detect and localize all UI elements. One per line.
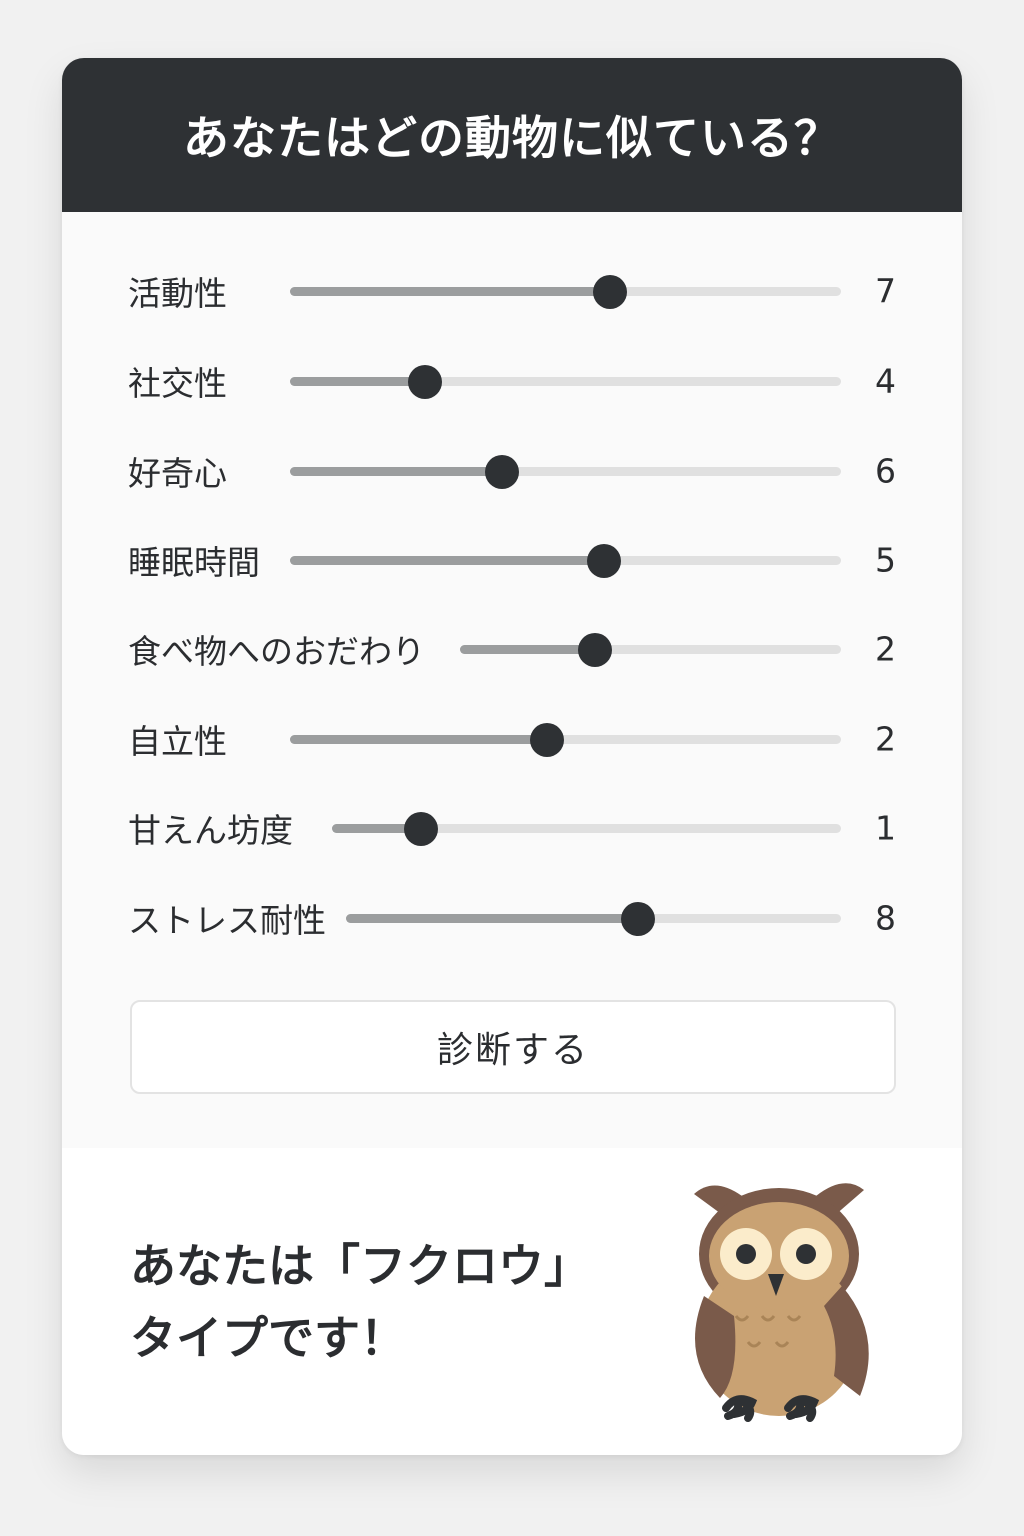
slider-row: ストレス耐性 8 bbox=[62, 888, 962, 948]
slider-value: 1 bbox=[875, 808, 896, 848]
slider-row: 睡眠時間 5 bbox=[62, 530, 962, 590]
slider-value: 8 bbox=[875, 898, 896, 938]
slider-value: 2 bbox=[875, 629, 896, 669]
slider-fill bbox=[290, 377, 425, 386]
slider-row: 好奇心 6 bbox=[62, 441, 962, 501]
slider-row: 甘えん坊度 1 bbox=[62, 798, 962, 858]
slider-label: 食べ物へのおだわり bbox=[128, 632, 425, 671]
slider-value: 4 bbox=[875, 361, 896, 401]
slider-thumb[interactable] bbox=[407, 364, 442, 399]
result-line-2: タイプです！ bbox=[130, 1311, 406, 1365]
result-line-1: あなたは「フクロウ」 bbox=[130, 1239, 590, 1293]
slider-label: 活動性 bbox=[128, 274, 227, 313]
slider-thumb[interactable] bbox=[404, 811, 439, 846]
slider-row: 活動性 7 bbox=[62, 261, 962, 321]
slider-thumb[interactable] bbox=[592, 274, 627, 309]
slider-row: 自立性 2 bbox=[62, 709, 962, 769]
slider-thumb[interactable] bbox=[587, 543, 622, 578]
slider-value: 5 bbox=[875, 540, 896, 580]
slider-value: 7 bbox=[875, 271, 896, 311]
result-text: あなたは「フクロウ」 タイプです！ bbox=[130, 1230, 590, 1374]
slider-fill bbox=[346, 914, 639, 923]
slider-label: 睡眠時間 bbox=[128, 543, 260, 582]
slider-fill bbox=[290, 556, 605, 565]
quiz-card: あなたはどの動物に似ている？ 活動性 7 社交性 4 好奇心 6 睡眠時間 5 食べ物へのおだわ… bbox=[62, 58, 962, 1455]
slider-label: 自立性 bbox=[128, 722, 227, 761]
slider-label: 社交性 bbox=[128, 364, 227, 403]
header-bar: あなたはどの動物に似ている？ bbox=[62, 58, 962, 212]
slider-track[interactable] bbox=[460, 632, 841, 667]
slider-track[interactable] bbox=[290, 454, 841, 489]
slider-label: ストレス耐性 bbox=[128, 901, 326, 940]
slider-value: 6 bbox=[875, 451, 896, 491]
slider-thumb[interactable] bbox=[578, 632, 613, 667]
result-panel: あなたは「フクロウ」 タイプです！ bbox=[62, 1148, 962, 1455]
diagnose-button[interactable]: 診断する bbox=[130, 1000, 896, 1094]
slider-row: 社交性 4 bbox=[62, 351, 962, 411]
slider-track[interactable] bbox=[290, 364, 841, 399]
slider-track[interactable] bbox=[290, 543, 841, 578]
owl-icon bbox=[694, 1183, 869, 1422]
page-title: あなたはどの動物に似ている？ bbox=[183, 111, 841, 165]
slider-track[interactable] bbox=[290, 722, 841, 757]
slider-label: 好奇心 bbox=[128, 454, 227, 493]
slider-label: 甘えん坊度 bbox=[128, 811, 293, 850]
slider-fill bbox=[460, 645, 596, 654]
slider-thumb[interactable] bbox=[621, 901, 656, 936]
slider-fill bbox=[290, 467, 503, 476]
slider-fill bbox=[290, 287, 610, 296]
slider-thumb[interactable] bbox=[530, 722, 565, 757]
slider-fill bbox=[290, 735, 548, 744]
slider-track[interactable] bbox=[346, 901, 841, 936]
slider-thumb[interactable] bbox=[485, 454, 520, 489]
slider-value: 2 bbox=[875, 719, 896, 759]
slider-row: 食べ物へのおだわり 2 bbox=[62, 619, 962, 679]
slider-track[interactable] bbox=[290, 274, 841, 309]
slider-track[interactable] bbox=[332, 811, 841, 846]
